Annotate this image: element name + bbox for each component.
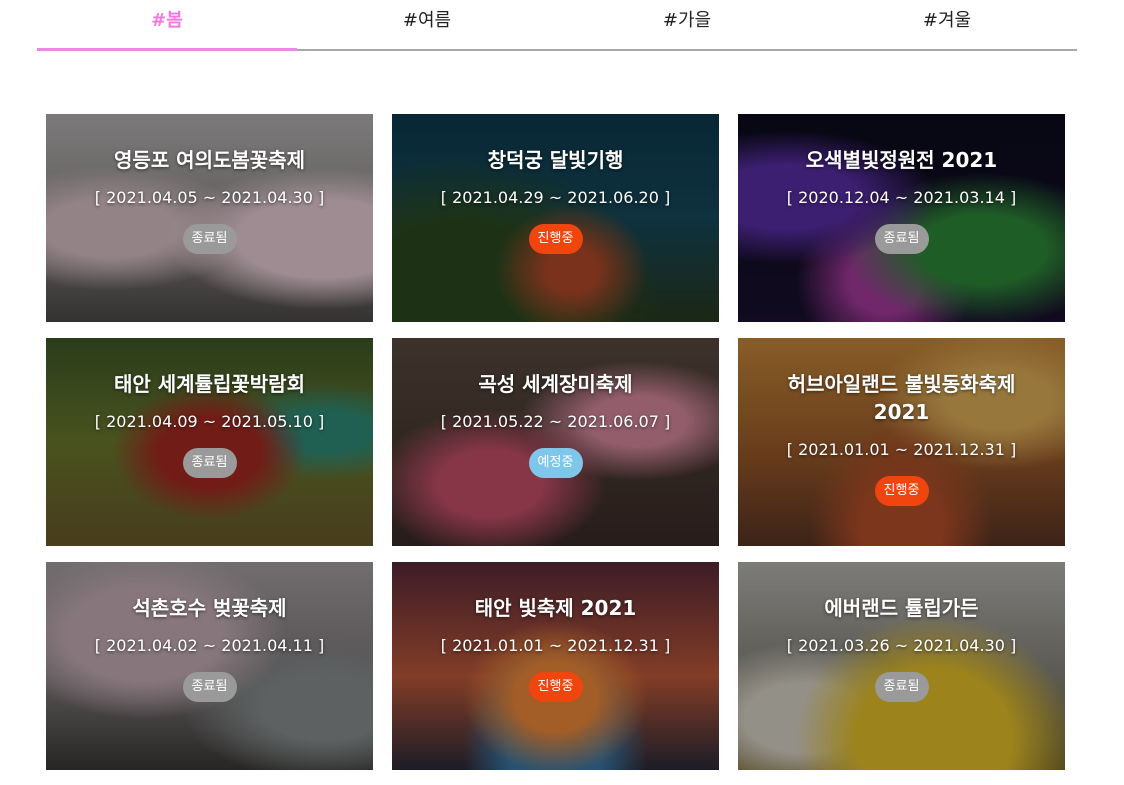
festival-title: 석촌호수 벚꽃축제 [132,596,287,620]
festival-title: 허브아일랜드 불빛동화축제 2021 [787,372,1016,424]
tab-label: #여름 [402,10,452,31]
status-badge: 진행중 [874,476,929,506]
status-badge: 진행중 [528,224,583,254]
status-badge: 종료됨 [874,224,929,254]
festival-title: 태안 빛축제 2021 [474,596,637,620]
festival-title: 태안 세계튤립꽃박람회 [114,372,305,396]
tab-autumn[interactable]: #가을 [557,0,817,49]
festival-card[interactable]: 창덕궁 달빛기행 [ 2021.04.29 ~ 2021.06.20 ] 진행중 [392,114,719,322]
festival-title: 곡성 세계장미축제 [478,372,633,396]
festival-card[interactable]: 석촌호수 벚꽃축제 [ 2021.04.02 ~ 2021.04.11 ] 종료… [46,562,373,770]
festival-card[interactable]: 허브아일랜드 불빛동화축제 2021 [ 2021.01.01 ~ 2021.1… [738,338,1065,546]
status-badge: 종료됨 [874,672,929,702]
festival-title: 오색별빛정원전 2021 [805,148,998,172]
festival-date: [ 2021.04.02 ~ 2021.04.11 ] [94,636,325,655]
status-badge: 종료됨 [182,448,237,478]
festival-grid: 영등포 여의도봄꽃축제 [ 2021.04.05 ~ 2021.04.30 ] … [46,114,1065,770]
festival-date: [ 2021.03.26 ~ 2021.04.30 ] [786,636,1017,655]
tab-label: #봄 [151,10,183,31]
tab-winter[interactable]: #겨울 [817,0,1077,49]
festival-card[interactable]: 오색별빛정원전 2021 [ 2020.12.04 ~ 2021.03.14 ]… [738,114,1065,322]
festival-card[interactable]: 에버랜드 튤립가든 [ 2021.03.26 ~ 2021.04.30 ] 종료… [738,562,1065,770]
status-badge: 종료됨 [182,672,237,702]
festival-card[interactable]: 태안 세계튤립꽃박람회 [ 2021.04.09 ~ 2021.05.10 ] … [46,338,373,546]
festival-date: [ 2021.04.09 ~ 2021.05.10 ] [94,412,325,431]
tab-spring[interactable]: #봄 [37,0,297,51]
status-badge: 진행중 [528,672,583,702]
festival-card[interactable]: 영등포 여의도봄꽃축제 [ 2021.04.05 ~ 2021.04.30 ] … [46,114,373,322]
festival-title: 에버랜드 튤립가든 [824,596,979,620]
season-tabs: #봄 #여름 #가을 #겨울 [37,0,1077,51]
festival-date: [ 2021.05.22 ~ 2021.06.07 ] [440,412,671,431]
tab-label: #가을 [662,10,712,31]
festival-card[interactable]: 곡성 세계장미축제 [ 2021.05.22 ~ 2021.06.07 ] 예정… [392,338,719,546]
festival-date: [ 2021.04.29 ~ 2021.06.20 ] [440,188,671,207]
tab-label: #겨울 [922,10,972,31]
festival-title: 영등포 여의도봄꽃축제 [114,148,305,172]
status-badge: 종료됨 [182,224,237,254]
status-badge: 예정중 [528,448,583,478]
festival-date: [ 2020.12.04 ~ 2021.03.14 ] [786,188,1017,207]
festival-date: [ 2021.01.01 ~ 2021.12.31 ] [440,636,671,655]
festival-card[interactable]: 태안 빛축제 2021 [ 2021.01.01 ~ 2021.12.31 ] … [392,562,719,770]
festival-title: 창덕궁 달빛기행 [487,148,624,172]
festival-date: [ 2021.01.01 ~ 2021.12.31 ] [786,440,1017,459]
tab-summer[interactable]: #여름 [297,0,557,49]
festival-date: [ 2021.04.05 ~ 2021.04.30 ] [94,188,325,207]
